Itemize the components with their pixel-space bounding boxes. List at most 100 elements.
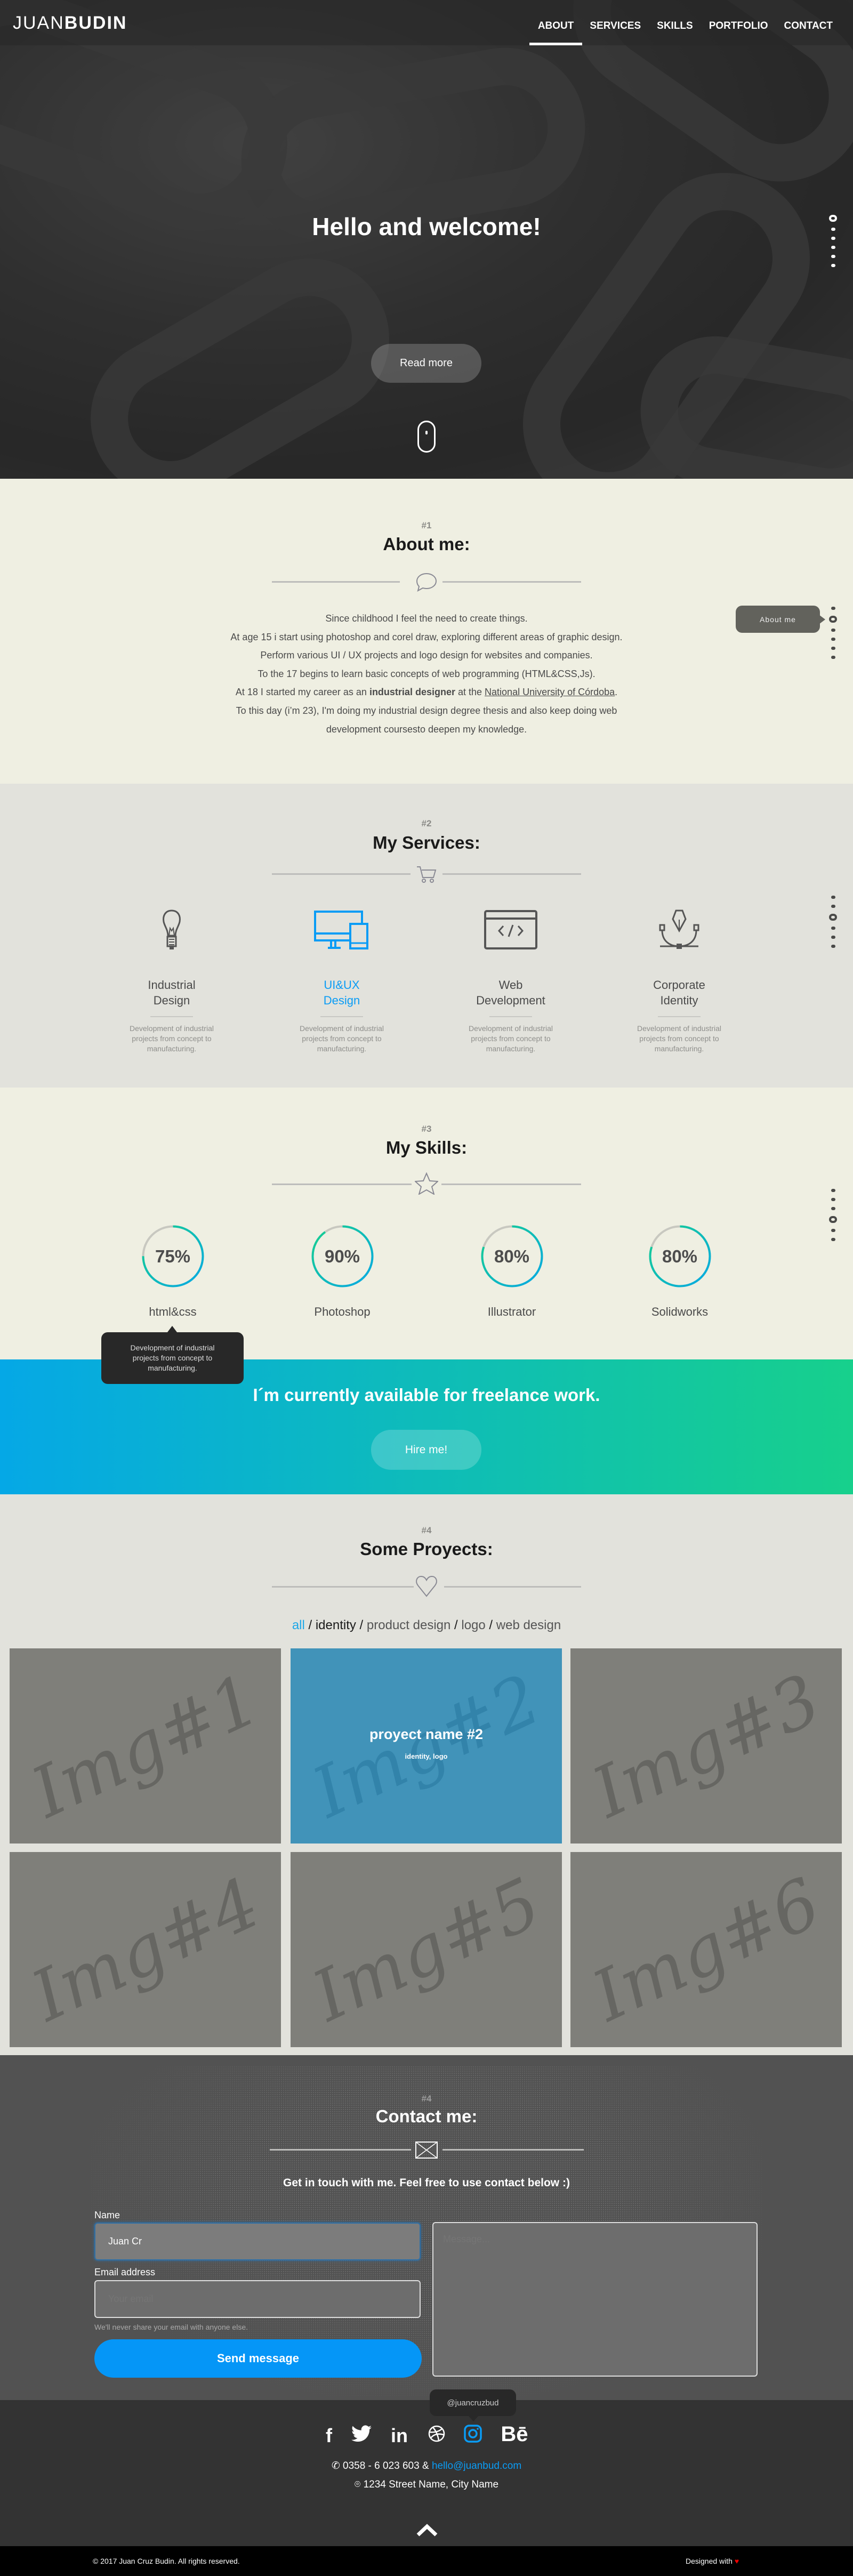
email-link[interactable]: hello@juanbud.com xyxy=(432,2460,521,2472)
filter-all[interactable]: all xyxy=(292,1618,305,1632)
about-line: To the 17 begins to learn basic concepts… xyxy=(257,668,596,679)
mouse-icon[interactable] xyxy=(417,421,436,453)
dot-services[interactable] xyxy=(831,237,835,240)
name-input[interactable] xyxy=(94,2223,421,2260)
project-tile[interactable]: Img#6 xyxy=(570,1852,842,2047)
dot-home[interactable] xyxy=(829,215,837,222)
service-industrial-design[interactable]: Industrial Design Development of industr… xyxy=(102,909,241,1054)
service-uiux-design[interactable]: UI&UX Design Development of industrial p… xyxy=(272,909,411,1054)
dot-portfolio[interactable] xyxy=(831,1229,835,1232)
read-more-button[interactable]: Read more xyxy=(371,344,481,383)
dot-services[interactable] xyxy=(831,1207,835,1210)
dot-portfolio[interactable] xyxy=(831,647,835,650)
university-link[interactable]: National University of Córdoba xyxy=(485,687,615,697)
behance-icon[interactable]: Bē xyxy=(498,2424,530,2445)
envelope-icon xyxy=(415,2138,438,2162)
nav-services[interactable]: SERVICES xyxy=(588,20,643,32)
dot-skills[interactable] xyxy=(831,927,835,930)
dot-home[interactable] xyxy=(831,1189,835,1192)
logo[interactable]: JUANBUDIN xyxy=(13,13,127,34)
section-number: #3 xyxy=(421,1124,432,1134)
hero-section: Hello and welcome! Read more xyxy=(0,0,853,479)
instagram-icon[interactable] xyxy=(457,2425,489,2448)
dot-about[interactable] xyxy=(831,1198,835,1201)
portfolio-filters: all / identity / product design / logo /… xyxy=(292,1618,561,1632)
filter-web-design[interactable]: web design xyxy=(496,1618,561,1632)
filter-product-design[interactable]: product design xyxy=(367,1618,450,1632)
filter-logo[interactable]: logo xyxy=(461,1618,485,1632)
project-tile[interactable]: Img#5 xyxy=(291,1852,562,2047)
dot-portfolio[interactable] xyxy=(831,255,835,258)
twitter-icon[interactable] xyxy=(345,2425,377,2448)
linkedin-icon[interactable]: in xyxy=(383,2425,415,2447)
nav-skills[interactable]: SKILLS xyxy=(655,20,695,32)
about-line: At 18 I started my career as an industri… xyxy=(0,683,853,702)
section-number: #4 xyxy=(421,1525,432,1535)
skill-item[interactable]: 80% Illustrator xyxy=(458,1223,565,1319)
project-tile[interactable]: Img#4 xyxy=(10,1852,281,2047)
skill-item[interactable]: 80% Solidworks xyxy=(626,1223,733,1319)
about-section: #1 About me: Since childhood I feel the … xyxy=(0,479,853,784)
skill-item[interactable]: 75% html&css xyxy=(119,1223,226,1319)
service-web-development[interactable]: Web Development Development of industria… xyxy=(441,909,580,1054)
hire-me-button[interactable]: Hire me! xyxy=(371,1430,481,1470)
skill-item[interactable]: 90% Photoshop xyxy=(289,1223,396,1319)
contact-phone-email: ✆ 0358 - 6 023 603 & hello@juanbud.com xyxy=(0,2460,853,2472)
dot-services[interactable] xyxy=(831,629,835,632)
dot-contact[interactable] xyxy=(831,1238,835,1241)
service-title: Design xyxy=(153,994,190,1007)
dot-about[interactable] xyxy=(831,228,835,231)
tooltip-line: Development of industrial xyxy=(130,1343,215,1352)
dot-home[interactable] xyxy=(831,607,835,610)
tooltip-text: @juancruzbud xyxy=(447,2398,499,2408)
service-corporate-identity[interactable]: Corporate Identity Development of indust… xyxy=(610,909,749,1054)
designed-with: Designed with ♥ xyxy=(686,2557,739,2565)
nav-contact[interactable]: CONTACT xyxy=(782,20,835,32)
dot-skills[interactable] xyxy=(831,246,835,249)
send-message-button[interactable]: Send message xyxy=(94,2339,422,2378)
heart-icon: ♥ xyxy=(734,2557,739,2565)
filter-identity[interactable]: identity xyxy=(316,1618,356,1632)
dot-about[interactable] xyxy=(829,616,837,623)
dot-contact[interactable] xyxy=(831,945,835,948)
facebook-icon[interactable]: f xyxy=(313,2425,345,2447)
contact-address: ⌾ 1234 Street Name, City Name xyxy=(0,2479,853,2491)
service-divider xyxy=(150,1016,193,1017)
services-section: #2 My Services: Industrial Design Develo… xyxy=(0,784,853,1088)
dribbble-icon[interactable] xyxy=(421,2425,453,2447)
service-desc: projects from concept to xyxy=(471,1034,551,1043)
speech-bubble-icon xyxy=(415,570,438,594)
dot-services[interactable] xyxy=(829,914,837,921)
service-desc: Development of industrial xyxy=(300,1024,384,1033)
main-nav: ABOUT SERVICES SKILLS PORTFOLIO CONTACT xyxy=(529,20,835,45)
dot-portfolio[interactable] xyxy=(831,936,835,939)
dot-contact[interactable] xyxy=(831,656,835,659)
skills-section: #3 My Skills: 75% html&css 90% Photoshop 80%… xyxy=(0,1088,853,1359)
dot-home[interactable] xyxy=(831,896,835,899)
placeholder-image: Img#5 xyxy=(300,1862,552,2037)
copyright: © 2017 Juan Cruz Budin. All rights reser… xyxy=(93,2557,240,2565)
header: JUANBUDIN ABOUT SERVICES SKILLS PORTFOLI… xyxy=(0,0,853,45)
dot-skills[interactable] xyxy=(829,1216,837,1223)
email-input[interactable] xyxy=(94,2280,421,2318)
dot-skills[interactable] xyxy=(831,638,835,641)
designed-text: Designed with xyxy=(686,2557,733,2565)
nav-about[interactable]: ABOUT xyxy=(529,20,582,45)
project-tile[interactable]: Img#3 xyxy=(570,1648,842,1844)
phone-icon: ✆ xyxy=(331,2460,343,2472)
skill-percent: 90% xyxy=(324,1246,360,1266)
message-textarea[interactable] xyxy=(432,2222,758,2377)
divider-right xyxy=(441,1184,581,1185)
service-title: Web xyxy=(498,978,523,992)
back-to-top-chevron-icon[interactable] xyxy=(416,2523,438,2540)
project-tile[interactable]: Img#1 xyxy=(10,1648,281,1844)
placeholder-image: Img#1 xyxy=(19,1659,271,1833)
dot-contact[interactable] xyxy=(831,264,835,267)
section-title: About me: xyxy=(383,534,470,554)
section-number: #1 xyxy=(421,520,432,530)
project-tile[interactable]: Img#2 proyect name #2 identity, logo xyxy=(291,1648,562,1844)
nav-portfolio[interactable]: PORTFOLIO xyxy=(707,20,770,32)
skill-progress-ring: 80% xyxy=(647,1223,713,1289)
dot-about[interactable] xyxy=(831,905,835,908)
placeholder-image: Img#6 xyxy=(580,1862,832,2037)
